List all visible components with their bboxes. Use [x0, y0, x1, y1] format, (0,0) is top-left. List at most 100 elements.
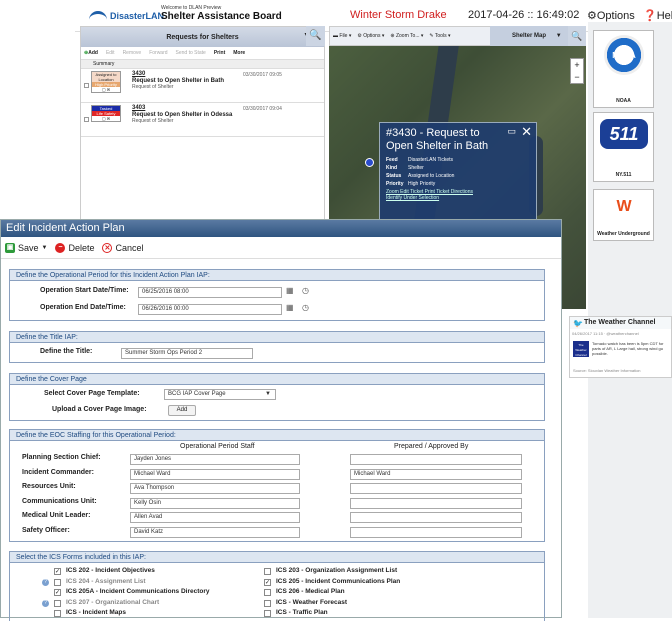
priority-label: Priority	[386, 181, 404, 187]
logo-arc-icon	[89, 11, 107, 21]
request-row[interactable]: Tasked Life Safety ▢ ✉ 3403 Request to O…	[81, 103, 324, 137]
ics-form-label[interactable]: ICS - Incident Maps	[66, 609, 126, 616]
eoc-staffing-section: Define the EOC Staffing for this Operati…	[9, 429, 545, 542]
shelter-marker[interactable]	[365, 158, 374, 167]
title-input[interactable]: Summer Storm Ops Period 2	[121, 348, 253, 359]
ticket-icons[interactable]: ▢ ✉	[92, 87, 120, 92]
prepared-by-input[interactable]	[350, 497, 522, 509]
help-menu[interactable]: ❓Help	[643, 9, 672, 22]
requests-header[interactable]: Requests for Shelters ▼	[81, 27, 324, 47]
start-datetime-input[interactable]: 06/25/2016 08:00	[138, 287, 282, 298]
prepared-by-input[interactable]	[350, 526, 522, 538]
cancel-button[interactable]: Cancel	[115, 243, 143, 253]
help-icon[interactable]: ?	[42, 578, 49, 586]
request-number[interactable]: 3403	[132, 105, 145, 111]
ticket-icons[interactable]: ▢ ✉	[92, 116, 120, 121]
ics-form-checkbox[interactable]	[264, 610, 271, 617]
ics-form-checkbox[interactable]	[264, 589, 271, 596]
clock-icon[interactable]: ◷	[302, 303, 309, 312]
popup-links[interactable]: Zoom Edit Ticket Print Ticket Directions…	[386, 189, 473, 201]
badge-status: Assigned to Location	[92, 72, 120, 82]
print-button[interactable]: Print	[214, 50, 225, 56]
options-menu[interactable]: ⚙Options	[587, 9, 635, 22]
ics-form-label[interactable]: ICS 206 - Medical Plan	[276, 588, 345, 595]
chevron-down-icon[interactable]: ▼	[42, 245, 48, 251]
row-checkbox[interactable]	[84, 117, 89, 122]
forward-button[interactable]: Forward	[149, 50, 167, 56]
add-cover-image-button[interactable]: Add	[168, 405, 196, 416]
map-search-icon[interactable]: 🔍	[568, 26, 586, 46]
row-checkbox[interactable]	[84, 83, 89, 88]
tools-menu[interactable]: ✎ Tools ▾	[429, 33, 450, 39]
summary-column-header[interactable]: Summary	[81, 59, 324, 69]
save-button[interactable]: Save	[18, 243, 39, 253]
calendar-icon[interactable]: ▦	[286, 303, 294, 312]
zoom-in-icon[interactable]: +	[571, 59, 583, 71]
ics-form-checkbox[interactable]	[264, 599, 271, 607]
file-label: File	[339, 33, 348, 39]
dialog-title: Edit Incident Action Plan	[1, 220, 561, 237]
staff-role-label: Communications Unit:	[22, 497, 97, 505]
ny511-card[interactable]: 511 NY.511	[593, 112, 654, 182]
zoom-control[interactable]: + −	[570, 58, 584, 84]
ics-form-label[interactable]: ICS 207 - Organizational Chart	[66, 599, 159, 606]
staff-input[interactable]: Kelly Osin	[130, 497, 300, 509]
clock-icon[interactable]: ◷	[302, 286, 309, 295]
ics-form-checkbox[interactable]	[54, 610, 61, 617]
close-icon[interactable]: ✕	[521, 124, 532, 140]
cover-template-select[interactable]: BCG IAP Cover Page ▼	[164, 389, 276, 400]
map-options-menu[interactable]: ⚙ Options ▾	[357, 33, 384, 39]
remove-button[interactable]: Remove	[123, 50, 142, 56]
file-menu[interactable]: ▬ File ▾	[333, 33, 351, 39]
delete-button[interactable]: Delete	[68, 243, 94, 253]
ics-form-label[interactable]: ICS 205A - Incident Communications Direc…	[66, 588, 210, 595]
ics-form-checkbox[interactable]: ✓	[264, 578, 271, 586]
ics-form-checkbox[interactable]	[264, 568, 271, 575]
staff-input[interactable]: Ava Thompson	[130, 483, 300, 494]
ics-form-label[interactable]: ICS - Weather Forecast	[276, 599, 347, 606]
map-title[interactable]: Shelter Map ▼	[490, 26, 568, 46]
help-icon: ❓	[643, 10, 657, 22]
zoom-to-menu[interactable]: ⊕ Zoom To... ▾	[390, 33, 423, 39]
help-icon[interactable]: ?	[42, 599, 49, 607]
ics-form-checkbox[interactable]	[54, 578, 61, 586]
delete-icon: −	[55, 242, 66, 253]
disasterlan-logo[interactable]: DisasterLAN	[89, 11, 164, 21]
ics-form-checkbox[interactable]	[54, 599, 61, 607]
ics-form-label[interactable]: ICS - Traffic Plan	[276, 609, 328, 616]
help-label: Help	[656, 10, 672, 22]
prepared-by-input[interactable]: Michael Ward	[350, 468, 522, 480]
prepared-by-input[interactable]	[350, 483, 522, 494]
end-datetime-input[interactable]: 06/26/2016 00:00	[138, 304, 282, 315]
feed-value: DisasterLAN Tickets	[408, 157, 454, 163]
request-row[interactable]: Assigned to Location High Priority ▢ ✉ 3…	[81, 69, 324, 103]
ics-form-checkbox[interactable]: ✓	[54, 568, 61, 575]
prepared-by-input[interactable]	[350, 454, 522, 465]
ics-form-checkbox[interactable]: ✓	[54, 589, 61, 596]
identify-under-selection-link[interactable]: Identify Under Selection	[386, 195, 473, 201]
twc-text: Tornado watch has been is 5pm CDT for pa…	[592, 341, 664, 356]
more-button[interactable]: More	[233, 50, 245, 56]
request-number[interactable]: 3430	[132, 71, 145, 77]
ics-form-label[interactable]: ICS 202 - Incident Objectives	[66, 567, 155, 574]
zoom-out-icon[interactable]: −	[571, 71, 583, 83]
add-button[interactable]: ⊕Add	[84, 50, 98, 56]
staff-input[interactable]: David Katz	[130, 526, 300, 538]
edit-button[interactable]: Edit	[106, 50, 115, 56]
send-to-state-button[interactable]: Send to State	[176, 50, 206, 56]
ics-form-label[interactable]: ICS 203 - Organization Assignment List	[276, 567, 397, 574]
calendar-icon[interactable]: ▦	[286, 286, 294, 295]
staff-input[interactable]: Michael Ward	[130, 468, 300, 480]
status-value: Assigned to Location	[408, 173, 455, 179]
title-section: Define the Title IAP: Define the Title: …	[9, 331, 545, 363]
prepared-by-input[interactable]	[350, 512, 522, 523]
staff-input[interactable]: Jayden Jones	[130, 454, 300, 465]
staff-input[interactable]: Allen Avad	[130, 512, 300, 523]
ics-form-label[interactable]: ICS 205 - Incident Communications Plan	[276, 578, 400, 585]
ics-form-label[interactable]: ICS 204 - Assignment List	[66, 578, 146, 585]
search-icon[interactable]: 🔍	[306, 26, 325, 46]
weather-underground-card[interactable]: W Weather Underground	[593, 189, 654, 241]
wu-logo: W	[616, 198, 632, 215]
minimize-icon[interactable]: ▭	[507, 126, 516, 137]
noaa-card[interactable]: NOAA NOAA	[593, 30, 654, 108]
